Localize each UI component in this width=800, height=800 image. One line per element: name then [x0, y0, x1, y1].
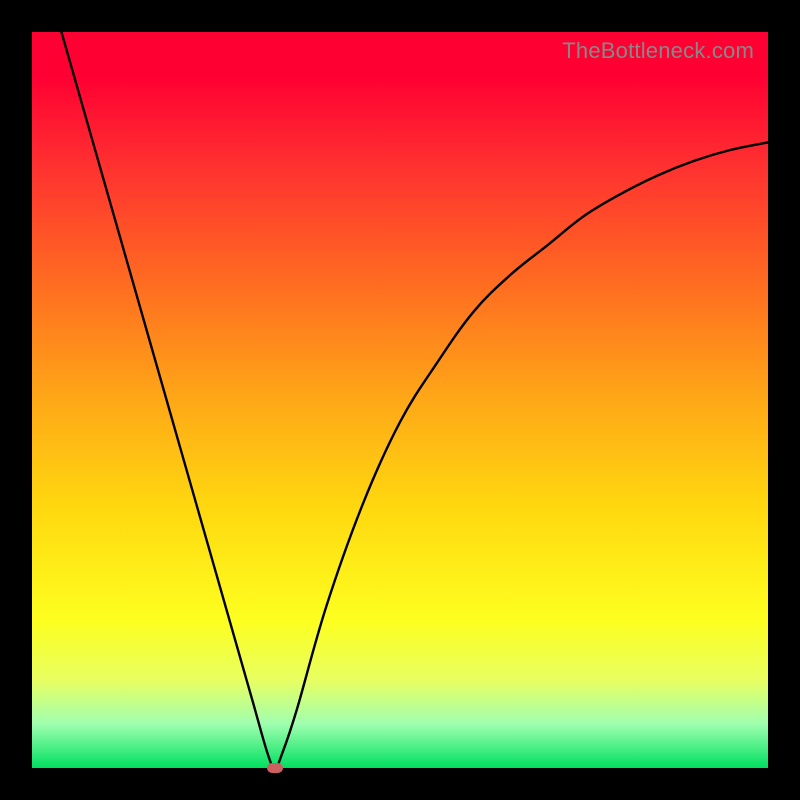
- plot-area: TheBottleneck.com: [32, 32, 768, 768]
- chart-frame: TheBottleneck.com: [0, 0, 800, 800]
- optimum-marker: [267, 763, 283, 773]
- bottleneck-curve: [32, 32, 768, 768]
